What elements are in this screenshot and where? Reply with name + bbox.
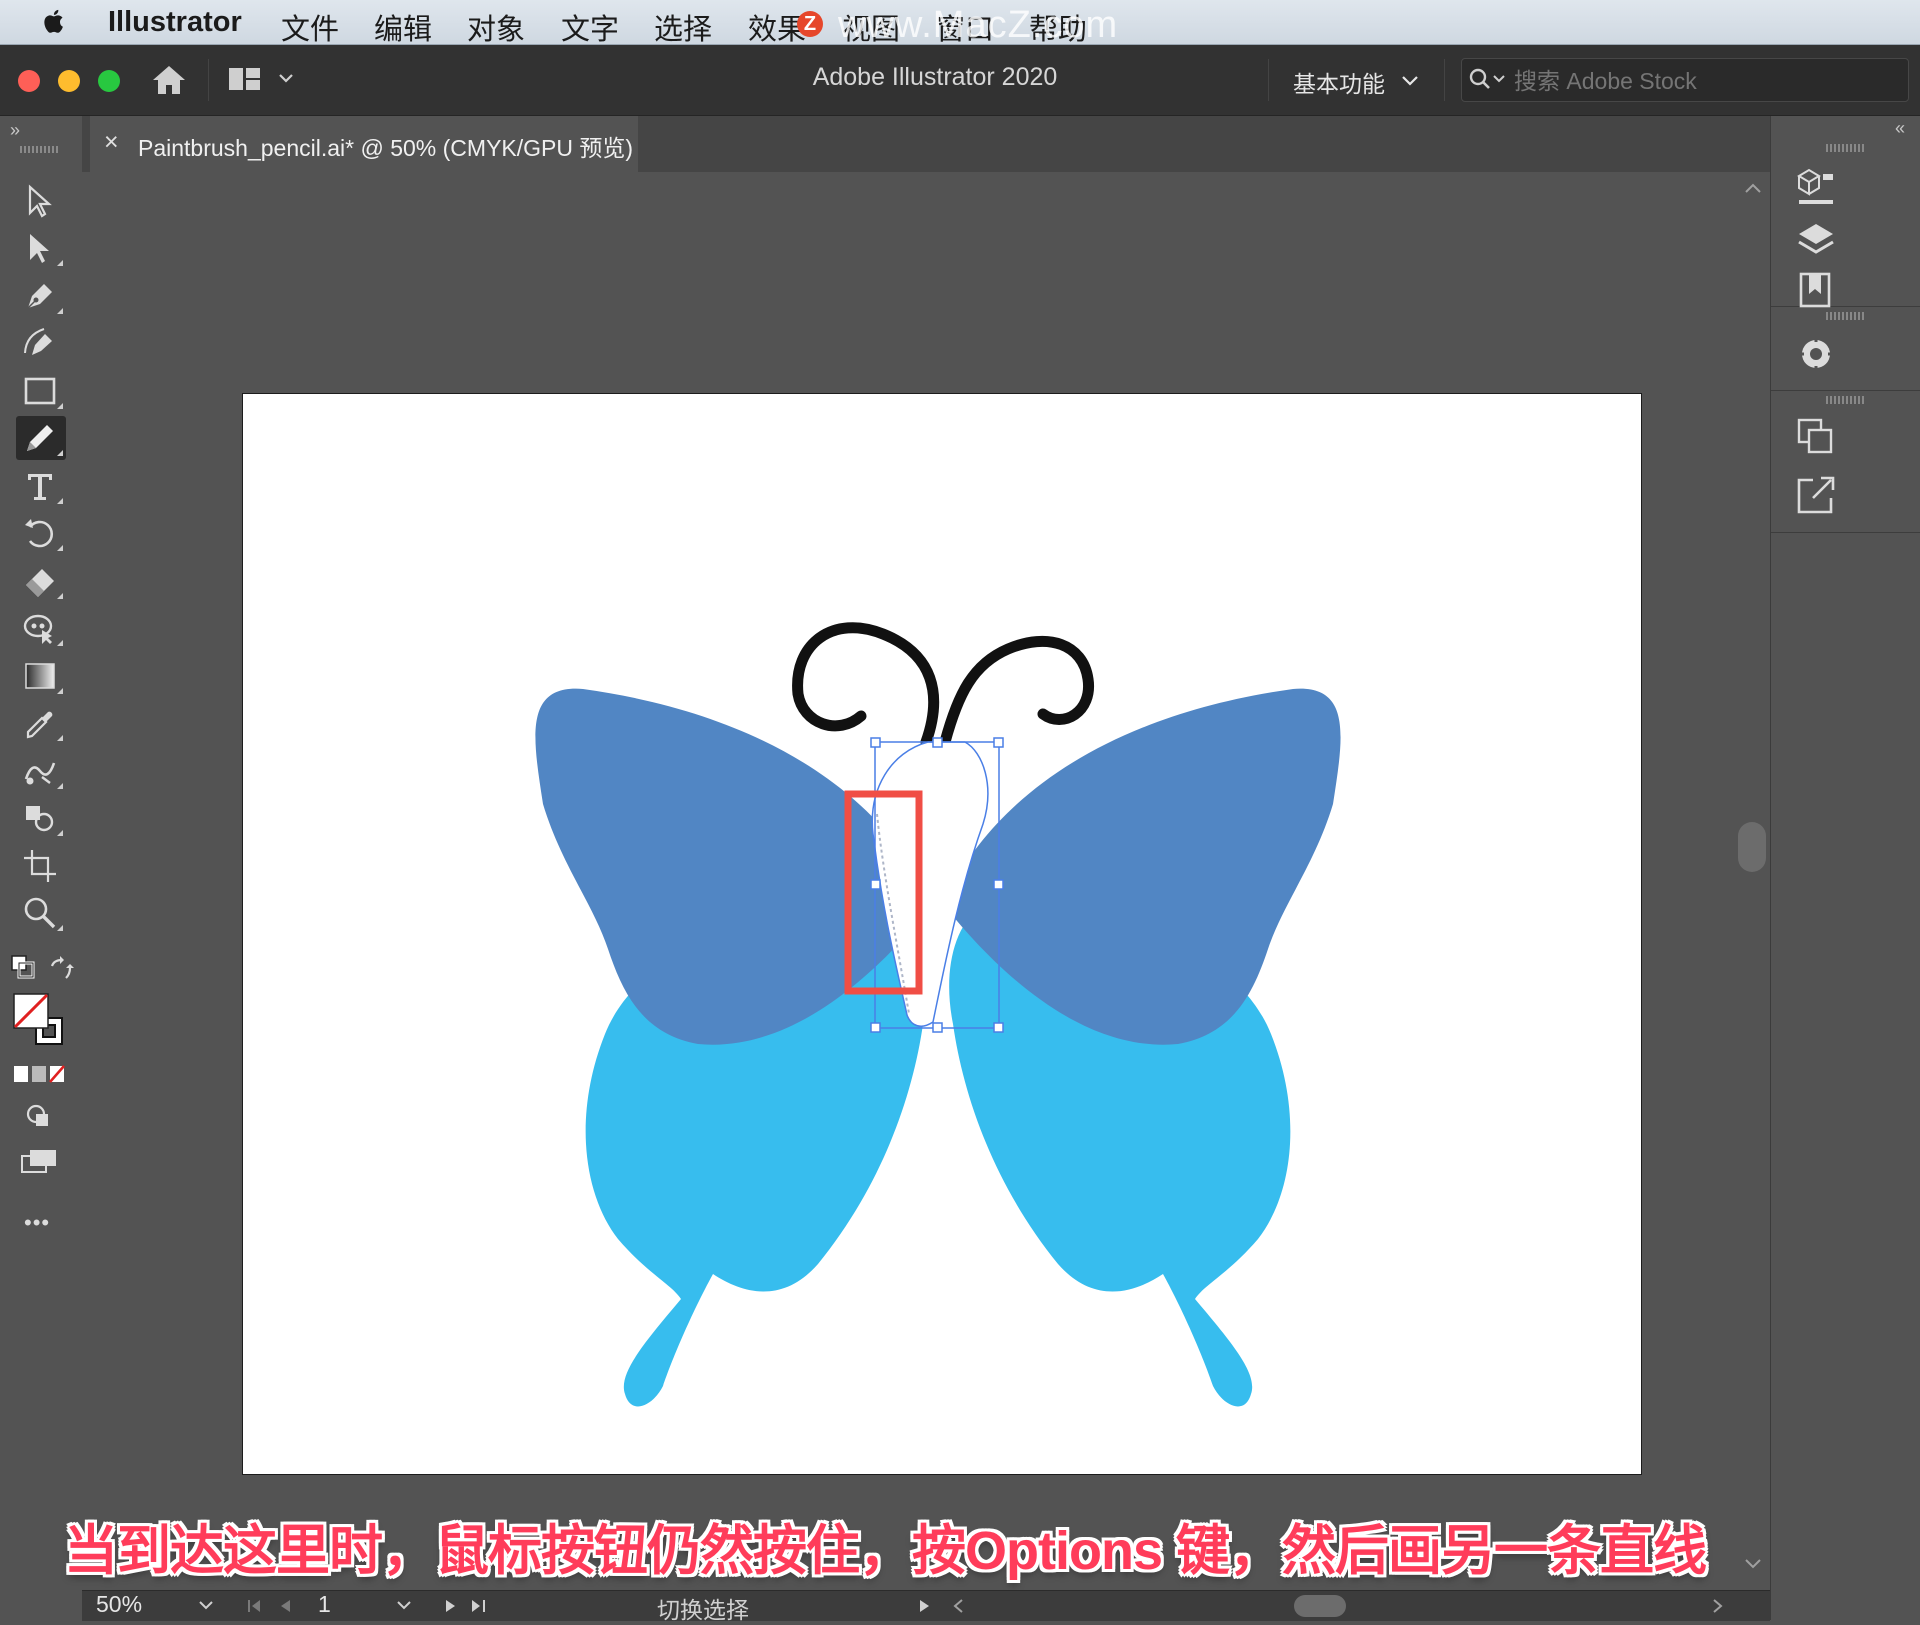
document-tab-bar: × Paintbrush_pencil.ai* @ 50% (CMYK/GPU … bbox=[82, 116, 1770, 172]
horizontal-scrollbar-thumb[interactable] bbox=[1294, 1595, 1346, 1617]
search-icon bbox=[1469, 68, 1505, 89]
scroll-right-icon[interactable] bbox=[1712, 1599, 1724, 1613]
pencil-tool[interactable] bbox=[16, 416, 66, 460]
rectangle-tool[interactable] bbox=[16, 369, 66, 413]
application-bar: Adobe Illustrator 2020 基本功能 bbox=[0, 45, 1920, 116]
workspace-switcher[interactable]: 基本功能 bbox=[1293, 65, 1385, 99]
direct-selection-arrow-icon bbox=[30, 234, 49, 263]
gradient-icon bbox=[25, 663, 55, 689]
transform-panel-icon[interactable] bbox=[1791, 414, 1841, 460]
magnifier-icon bbox=[24, 897, 56, 929]
default-fill-stroke-icon[interactable] bbox=[10, 954, 36, 980]
artboard-icon bbox=[24, 850, 56, 882]
expand-panels-icon[interactable]: « bbox=[1895, 118, 1905, 139]
eyedropper-tool[interactable] bbox=[16, 701, 66, 745]
previous-artboard-icon[interactable] bbox=[278, 1599, 292, 1613]
shape-builder-tool[interactable] bbox=[16, 796, 66, 840]
macos-menu-bar: Illustrator 文件 编辑 对象 文字 选择 效果 视图 窗口 帮助 Z… bbox=[0, 0, 1920, 48]
search-input[interactable] bbox=[1512, 65, 1896, 97]
scrollbar-thumb[interactable] bbox=[1738, 822, 1766, 872]
vertical-scrollbar[interactable] bbox=[1736, 172, 1770, 1590]
artboard-dropdown-icon[interactable] bbox=[396, 1600, 412, 1612]
zoom-dropdown-icon[interactable] bbox=[198, 1600, 214, 1612]
artboard[interactable] bbox=[242, 393, 1642, 1475]
export-panel-icon[interactable] bbox=[1791, 472, 1841, 518]
panel-group-2 bbox=[1771, 308, 1920, 391]
curvature-pen-icon bbox=[24, 328, 52, 355]
zoom-level-field[interactable]: 50% bbox=[96, 1591, 142, 1618]
panel-grip[interactable] bbox=[20, 146, 60, 153]
status-bar: 50% 1 切换选择 bbox=[82, 1590, 1770, 1623]
stock-search-box[interactable] bbox=[1461, 58, 1909, 102]
close-tab-button[interactable]: × bbox=[104, 128, 119, 157]
status-menu-icon[interactable] bbox=[918, 1599, 932, 1613]
selection-tool[interactable] bbox=[16, 179, 66, 223]
panel-grip[interactable] bbox=[1826, 144, 1864, 152]
last-artboard-icon[interactable] bbox=[470, 1599, 488, 1613]
scroll-up-icon[interactable] bbox=[1744, 182, 1762, 194]
pen-nib-icon bbox=[27, 284, 52, 309]
edit-toolbar-button[interactable]: ••• bbox=[24, 1210, 50, 1236]
next-artboard-icon[interactable] bbox=[444, 1599, 458, 1613]
selection-arrow-icon bbox=[28, 184, 52, 218]
panel-group-1 bbox=[1771, 140, 1920, 308]
pen-tool[interactable] bbox=[16, 274, 66, 318]
panel-group-3 bbox=[1771, 392, 1920, 533]
rotate-icon bbox=[25, 519, 53, 548]
first-artboard-icon[interactable] bbox=[246, 1599, 264, 1613]
menu-file[interactable]: 文件 bbox=[281, 6, 339, 48]
blend-icon bbox=[24, 762, 56, 785]
panel-grip[interactable] bbox=[1826, 312, 1864, 320]
rotate-tool[interactable] bbox=[16, 511, 66, 555]
apple-icon[interactable] bbox=[40, 6, 70, 36]
puppet-warp-tool[interactable] bbox=[16, 606, 66, 650]
tutorial-caption: 当到达这里时，鼠标按钮仍然按住，按Options 键，然后画另一条直线 bbox=[64, 1521, 1707, 1581]
shape-builder-icon bbox=[26, 806, 54, 832]
direct-selection-tool[interactable] bbox=[16, 226, 66, 270]
tools-panel: » ••• bbox=[0, 116, 83, 1620]
menu-type[interactable]: 文字 bbox=[561, 6, 619, 48]
watermark-badge: Z bbox=[797, 11, 823, 37]
screen-mode-icon[interactable] bbox=[20, 1146, 60, 1176]
menu-object[interactable]: 对象 bbox=[467, 6, 525, 48]
blend-tool[interactable] bbox=[16, 749, 66, 793]
butterfly-artwork[interactable] bbox=[243, 394, 1641, 1474]
collapse-toolbar-icon[interactable]: » bbox=[10, 120, 20, 141]
artboard-tool[interactable] bbox=[16, 844, 66, 888]
scroll-down-icon[interactable] bbox=[1744, 1558, 1762, 1570]
curvature-tool[interactable] bbox=[16, 321, 66, 365]
right-antenna bbox=[939, 635, 1094, 748]
scroll-left-icon[interactable] bbox=[952, 1599, 964, 1613]
fill-stroke-swatches[interactable] bbox=[12, 992, 66, 1050]
document-tab[interactable]: × Paintbrush_pencil.ai* @ 50% (CMYK/GPU … bbox=[90, 116, 638, 172]
panel-grip[interactable] bbox=[1826, 396, 1864, 404]
pencil-icon bbox=[27, 425, 53, 451]
swap-fill-stroke-icon[interactable] bbox=[48, 956, 74, 982]
layers-panel-icon[interactable] bbox=[1791, 218, 1841, 264]
menu-select[interactable]: 选择 bbox=[654, 6, 712, 48]
artboard-number-field[interactable]: 1 bbox=[318, 1591, 331, 1618]
type-tool[interactable] bbox=[16, 464, 66, 508]
menu-edit[interactable]: 编辑 bbox=[374, 6, 432, 48]
color-wheel-icon[interactable] bbox=[1791, 330, 1841, 376]
workspace-chevron-icon[interactable] bbox=[1401, 75, 1419, 87]
app-menu[interactable]: Illustrator bbox=[108, 6, 242, 39]
eraser-tool[interactable] bbox=[16, 559, 66, 603]
zoom-tool[interactable] bbox=[16, 891, 66, 935]
draw-mode-icon[interactable] bbox=[24, 1102, 54, 1128]
type-t-icon bbox=[28, 474, 52, 500]
properties-panel-icon[interactable] bbox=[1791, 164, 1841, 210]
document-tab-title[interactable]: Paintbrush_pencil.ai* @ 50% (CMYK/GPU 预览… bbox=[138, 129, 633, 163]
rectangle-icon bbox=[24, 377, 56, 405]
eyedropper-icon bbox=[26, 711, 53, 739]
eraser-icon bbox=[26, 569, 54, 597]
left-antenna bbox=[792, 622, 940, 748]
panel-dock: « bbox=[1770, 116, 1920, 1620]
watermark-text: www.MacZ.com bbox=[838, 4, 1119, 46]
puppet-warp-icon bbox=[23, 614, 53, 644]
fill-none-stroke-black-icon bbox=[13, 993, 63, 1045]
color-mode-icons[interactable] bbox=[12, 1064, 68, 1084]
gradient-tool[interactable] bbox=[16, 654, 66, 698]
